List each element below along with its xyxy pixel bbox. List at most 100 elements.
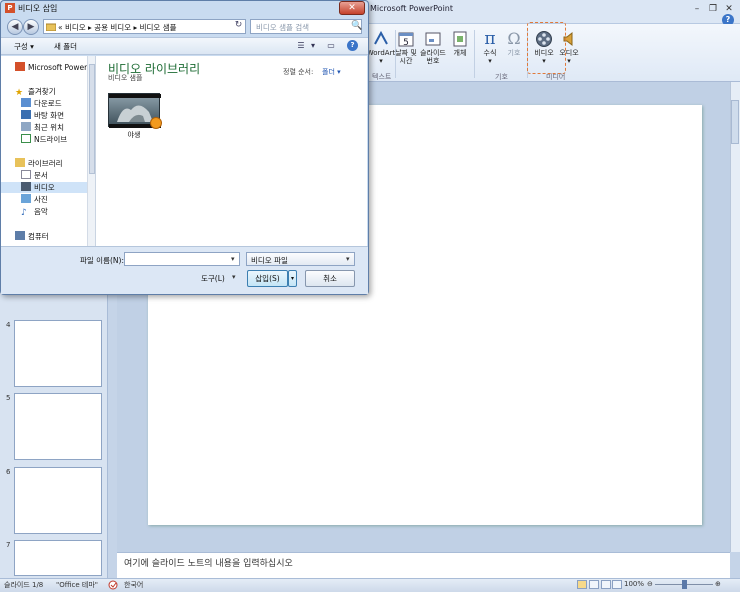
symbol-button[interactable]: Ω 기호	[499, 30, 529, 58]
wordart-icon	[374, 30, 388, 45]
folder-icon	[46, 23, 56, 31]
equation-label: 수식	[483, 49, 497, 57]
chevron-down-icon[interactable]: ▾	[231, 255, 235, 263]
pi-icon: π	[484, 29, 496, 49]
slideshow-view-button[interactable]	[612, 580, 622, 589]
zoom-out-icon[interactable]: ⊖	[647, 580, 653, 588]
slide-thumbnail-number: 7	[6, 541, 11, 549]
vertical-scrollbar-thumb[interactable]	[731, 100, 739, 144]
slide-thumbnail-number: 5	[6, 394, 11, 402]
recent-icon	[21, 122, 31, 131]
nav-item-label: N드라이브	[34, 135, 68, 144]
new-folder-button[interactable]: 새 폴더	[54, 41, 77, 52]
object-label: 개체	[453, 49, 467, 57]
powerpoint-app-icon: P	[5, 3, 15, 13]
organize-button[interactable]: 구성 ▾	[14, 41, 34, 52]
help-icon[interactable]: ?	[347, 40, 358, 51]
audio-sub: ▾	[567, 57, 571, 65]
forward-arrow-icon[interactable]: ▶	[23, 19, 39, 35]
chevron-down-icon[interactable]: ▾	[307, 40, 319, 51]
nav-item-desktop[interactable]: 바탕 화면	[21, 110, 64, 121]
file-list-area	[96, 56, 367, 246]
refresh-icon[interactable]: ↻	[231, 19, 246, 34]
navigation-pane: Microsoft PowerPoint ★ 즐겨찾기 다운로드 바탕 화면 최근…	[1, 56, 88, 246]
tools-menu-button[interactable]: 도구(L)	[201, 273, 225, 284]
nav-item-recent[interactable]: 최근 위치	[21, 122, 64, 133]
nav-item-documents[interactable]: 문서	[21, 170, 48, 181]
nav-item-label: 컴퓨터	[28, 232, 49, 241]
calendar-day-number: 5	[403, 38, 409, 48]
theme-status: "Office 테마"	[56, 581, 98, 589]
nav-item-ndrive[interactable]: N드라이브	[21, 134, 67, 145]
slide-number-button[interactable]: 슬라이드 번호	[418, 30, 448, 65]
computer-icon	[15, 231, 25, 240]
nav-item-downloads[interactable]: 다운로드	[21, 98, 62, 109]
star-icon: ★	[15, 88, 24, 98]
slide-thumbnail[interactable]	[14, 320, 102, 387]
nav-item-label: 즐겨찾기	[28, 87, 56, 96]
ribbon-group-text: 텍스트	[372, 73, 392, 81]
zoom-slider-knob[interactable]	[682, 580, 687, 589]
ndrive-icon	[21, 134, 31, 143]
restore-icon[interactable]: ❐	[706, 3, 720, 15]
nav-item-videos[interactable]: 비디오	[1, 182, 87, 193]
nav-pane-scrollbar-thumb[interactable]	[89, 64, 95, 174]
slide-number-label: 슬라이드	[420, 49, 446, 57]
library-icon	[15, 158, 25, 167]
spellcheck-icon[interactable]	[108, 580, 118, 590]
nav-item-label: Microsoft PowerPoint	[28, 63, 88, 72]
normal-view-button[interactable]	[577, 580, 587, 589]
insert-options-dropdown[interactable]: ▾	[288, 270, 297, 287]
calendar-icon: 5	[398, 32, 414, 48]
video-file-name[interactable]: 야생	[108, 130, 160, 140]
filetype-value: 비디오 파일	[251, 256, 288, 265]
library-subtitle: 비디오 샘플	[108, 74, 143, 82]
notes-placeholder: 여기에 슬라이드 노트의 내용을 입력하십시오	[124, 559, 293, 569]
dialog-title: 비디오 삽입	[18, 4, 58, 13]
search-icon[interactable]: 🔍	[351, 21, 362, 31]
nav-item-label: 최근 위치	[34, 123, 64, 132]
date-time-button[interactable]: 5 날짜 및 시간	[391, 30, 421, 65]
minimize-icon[interactable]: –	[690, 3, 704, 15]
filename-label: 파일 이름(N):	[80, 256, 124, 265]
nav-item-pictures[interactable]: 사진	[21, 194, 48, 205]
slide-thumbnail[interactable]	[14, 393, 102, 460]
insert-button[interactable]: 삽입(S)	[247, 270, 288, 287]
slide-thumbnail[interactable]	[14, 467, 102, 534]
music-icon: ♪	[21, 208, 27, 218]
nav-item-label: 다운로드	[34, 99, 62, 108]
date-time-sub: 시간	[399, 57, 413, 65]
nav-item-libraries[interactable]: 라이브러리	[15, 158, 63, 169]
address-path: « 비디오 ▸ 공용 비디오 ▸ 비디오 샘플	[58, 23, 177, 32]
view-options-icon[interactable]: ☰	[295, 40, 307, 51]
ribbon-group-media: 미디어	[546, 73, 566, 81]
slide-thumbnail-number: 4	[6, 321, 11, 329]
powerpoint-icon	[15, 62, 25, 71]
filename-input[interactable]	[124, 252, 240, 266]
back-arrow-icon[interactable]: ◀	[7, 19, 23, 35]
dialog-close-button[interactable]: ✕	[339, 1, 365, 15]
reading-view-button[interactable]	[601, 580, 611, 589]
nav-item-powerpoint[interactable]: Microsoft PowerPoint	[15, 62, 88, 73]
object-icon	[453, 31, 467, 47]
preview-pane-icon[interactable]: ▭	[325, 40, 337, 51]
desktop-icon	[21, 110, 31, 119]
object-button[interactable]: 개체	[445, 30, 475, 57]
chevron-down-icon[interactable]: ▾	[346, 255, 350, 263]
zoom-in-icon[interactable]: ⊕	[715, 580, 721, 588]
nav-item-computer[interactable]: 컴퓨터	[15, 231, 49, 242]
sort-dropdown[interactable]: 폴더 ▾	[322, 67, 341, 77]
vertical-scrollbar[interactable]	[730, 82, 740, 552]
nav-item-music[interactable]: ♪ 음악	[21, 206, 48, 218]
nav-item-favorites[interactable]: ★ 즐겨찾기	[15, 86, 56, 98]
date-time-label: 날짜 및	[395, 49, 417, 57]
slide-sorter-view-button[interactable]	[589, 580, 599, 589]
nav-item-label: 비디오	[34, 183, 55, 192]
wordart-sub: ▾	[379, 57, 383, 65]
language-status: 한국어	[124, 581, 144, 589]
slide-thumbnail[interactable]	[14, 540, 102, 576]
chevron-down-icon[interactable]: ▾	[232, 273, 236, 281]
cancel-button[interactable]: 취소	[305, 270, 355, 287]
slide-number-sub: 번호	[426, 57, 440, 65]
sort-label: 정렬 순서:	[283, 68, 314, 76]
